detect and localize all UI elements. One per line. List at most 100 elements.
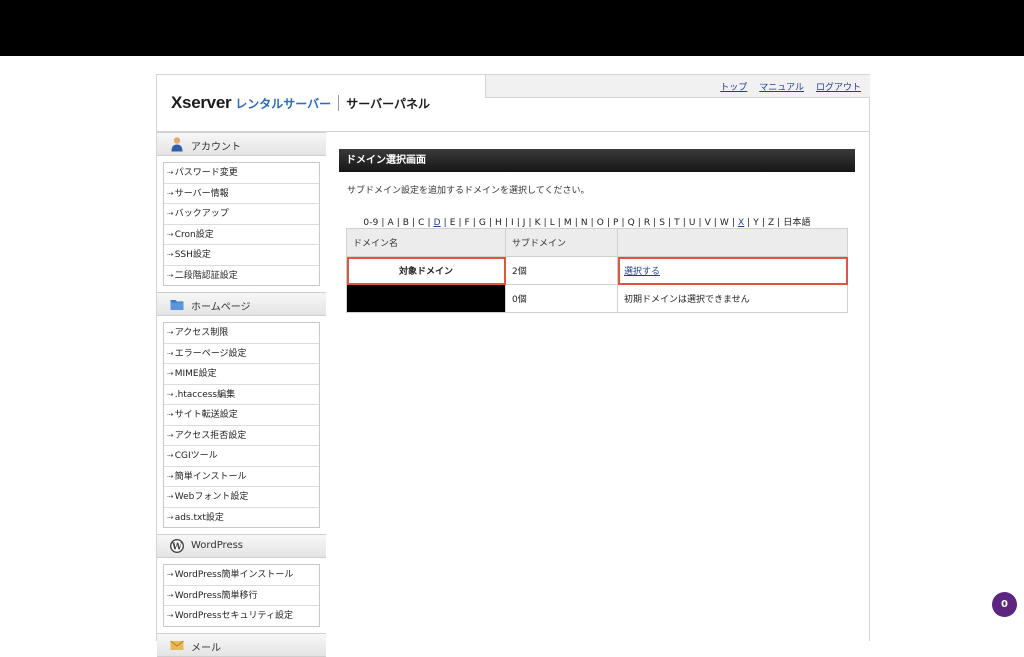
arrow-icon: ⇢ [167, 348, 174, 358]
sidebar-item[interactable]: ⇢Cron設定 [164, 225, 319, 245]
sidebar-item[interactable]: ⇢簡単インストール [164, 467, 319, 487]
alpha-separator: | [634, 218, 644, 228]
sidebar-section-2: W WordPress [157, 534, 326, 558]
sidebar-item-label: WordPressセキュリティ設定 [174, 611, 293, 621]
sidebar-item-label: サーバー情報 [174, 188, 229, 199]
alpha-separator: | [618, 218, 628, 228]
svg-text:W: W [171, 542, 183, 552]
alpha-separator: | [710, 218, 720, 228]
arrow-icon: ⇢ [167, 250, 174, 259]
sidebar-item[interactable]: ⇢サイト転送設定 [164, 405, 319, 426]
sidebar-item[interactable]: ⇢SSH設定 [164, 245, 319, 266]
sidebar-item-label: ads.txt設定 [174, 512, 224, 523]
alpha-separator: | [540, 218, 550, 228]
arrow-icon: ⇢ [167, 611, 174, 620]
alpha-separator: | [650, 218, 660, 228]
target-domain-cell: 対象ドメイン [346, 256, 506, 285]
page-description: サブドメイン設定を追加するドメインを選択してください。 [347, 186, 590, 196]
sidebar-list: ⇢WordPress簡単インストール ⇢WordPress簡単移行 ⇢WordPre… [163, 564, 320, 627]
sidebar-section-title: アカウント [191, 142, 241, 153]
sidebar-item[interactable]: ⇢MIME設定 [164, 364, 319, 385]
sidebar-item-label: MIME設定 [174, 369, 217, 379]
arrow-icon: ⇢ [167, 209, 174, 218]
top-link[interactable]: トップ [720, 80, 747, 93]
alpha-letter: N [580, 218, 588, 228]
sidebar-item[interactable]: ⇢WordPressセキュリティ設定 [164, 606, 319, 626]
alpha-separator: | [744, 218, 754, 228]
alpha-separator: | [774, 218, 784, 228]
arrow-icon: ⇢ [167, 188, 174, 198]
domain-table: ドメイン名 サブドメイン 対象ドメイン 2個 選択する 0個 初期ドメインは選択… [346, 228, 848, 313]
sidebar-item-label: Cron設定 [174, 229, 214, 240]
sidebar-item-label: アクセス拒否設定 [174, 430, 247, 441]
subdomain-count: 0個 [505, 284, 618, 313]
alpha-link[interactable]: D [434, 218, 441, 228]
sidebar-item[interactable]: ⇢エラーページ設定 [164, 344, 319, 364]
sidebar-item-label: バックアップ [174, 209, 229, 219]
sidebar-item-label: 二段階認証設定 [174, 270, 238, 281]
main-content: ドメイン選択画面 サブドメイン設定を追加するドメインを選択してください。 0-9… [339, 149, 855, 313]
notification-badge[interactable]: 0 [992, 592, 1017, 617]
alphabet-index: 0-9 | A | B | C | D | E | F | G | H | I … [339, 215, 855, 228]
select-link[interactable]: 選択する [624, 267, 660, 277]
arrow-icon: ⇢ [167, 492, 174, 501]
alpha-separator: | [758, 218, 768, 228]
sidebar-item[interactable]: ⇢Webフォント設定 [164, 487, 319, 508]
subdomain-count: 2個 [505, 256, 618, 285]
sidebar-item[interactable]: ⇢サーバー情報 [164, 184, 319, 204]
alpha-separator: | [469, 218, 479, 228]
arrow-icon: ⇢ [167, 410, 174, 419]
not-selectable-note: 初期ドメインは選択できません [617, 284, 848, 313]
wordpress-icon: W [169, 538, 185, 554]
sidebar-item-label: パスワード変更 [174, 168, 238, 178]
logo-panel: サーバーパネル [346, 96, 430, 111]
arrow-icon: ⇢ [167, 328, 174, 337]
alpha-separator: | [409, 218, 419, 228]
alpha-letter: M [563, 218, 572, 228]
alpha-separator: | [679, 218, 689, 228]
sidebar-item[interactable]: ⇢バックアップ [164, 204, 319, 225]
sidebar-item[interactable]: ⇢WordPress簡単インストール [164, 565, 319, 586]
sidebar-item[interactable]: ⇢パスワード変更 [164, 163, 319, 184]
sidebar-section-0: アカウント [157, 132, 326, 156]
arrow-icon: ⇢ [167, 570, 174, 579]
sidebar-item[interactable]: ⇢二段階認証設定 [164, 266, 319, 286]
alpha-letter: O [596, 218, 604, 228]
sidebar-item-label: 簡単インストール [174, 471, 247, 482]
alpha-separator: | [665, 218, 675, 228]
sidebar-item-label: サイト転送設定 [174, 410, 238, 420]
sidebar-item-label: アクセス制限 [174, 328, 229, 338]
header-action [617, 228, 848, 257]
sidebar-section-1: ホームページ [157, 292, 326, 316]
select-cell: 選択する [617, 256, 848, 285]
alpha-letter: 日本語 [783, 218, 811, 228]
logo[interactable]: Xserver レンタルサーバー サーバーパネル [171, 93, 430, 113]
arrow-icon: ⇢ [167, 270, 174, 280]
header-subdomain: サブドメイン [505, 228, 618, 257]
arrow-icon: ⇢ [167, 590, 174, 600]
sidebar-section-title: ホームページ [191, 302, 251, 313]
arrow-icon: ⇢ [167, 512, 174, 522]
alpha-letter: H [495, 218, 502, 228]
arrow-icon: ⇢ [167, 389, 174, 399]
top-black-bar [0, 0, 1024, 56]
sidebar-item[interactable]: ⇢.htaccess編集 [164, 385, 319, 405]
logo-separator [338, 95, 340, 111]
arrow-icon: ⇢ [167, 168, 174, 177]
alpha-separator: | [393, 218, 403, 228]
arrow-icon: ⇢ [167, 369, 174, 378]
sidebar-item[interactable]: ⇢CGIツール [164, 446, 319, 467]
sidebar-item[interactable]: ⇢ads.txt設定 [164, 508, 319, 528]
sidebar-item[interactable]: ⇢アクセス制限 [164, 323, 319, 344]
sidebar-item[interactable]: ⇢WordPress簡単移行 [164, 586, 319, 606]
alpha-separator: | [513, 218, 523, 228]
alpha-letter: W [719, 218, 729, 228]
alpha-letter: 0-9 [363, 218, 379, 228]
sidebar-item[interactable]: ⇢アクセス拒否設定 [164, 426, 319, 446]
page-title: ドメイン選択画面 [339, 149, 855, 172]
alpha-separator: | [571, 218, 581, 228]
logout-link[interactable]: ログアウト [816, 80, 861, 93]
sidebar-item-label: WordPress簡単移行 [174, 590, 258, 601]
sidebar: アカウント ⇢パスワード変更 ⇢サーバー情報 ⇢バックアップ ⇢Cron設定 ⇢SSH設定… [157, 132, 326, 657]
manual-link[interactable]: マニュアル [759, 80, 804, 93]
